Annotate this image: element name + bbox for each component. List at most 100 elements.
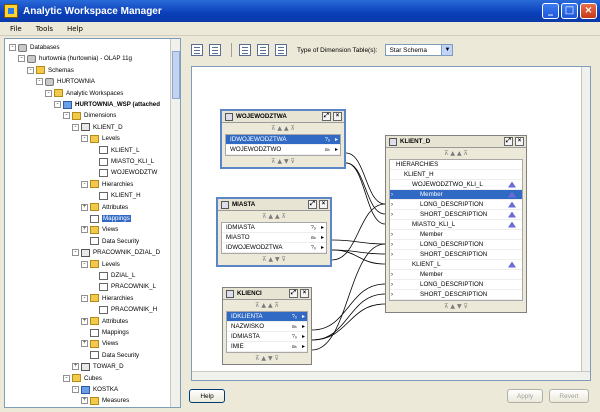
- tree-item[interactable]: - Cubes: [63, 373, 102, 384]
- resize-icon[interactable]: ⤢: [289, 289, 298, 298]
- table-box-wojewodztwa[interactable]: WOJEWODZTWA ⤢ × ⊼ ▲ ▲ ⊼ IDWOJEWODZTWA ?₉ ▸ WOJE…: [220, 109, 346, 169]
- show-source-icon[interactable]: [239, 44, 251, 56]
- column-row[interactable]: IDWOJEWODZTWA ?₉ ▸: [226, 135, 340, 145]
- close-button[interactable]: ×: [580, 3, 597, 19]
- resize-icon[interactable]: ⤢: [308, 200, 317, 209]
- tree-item[interactable]: - KOSTKA: [72, 384, 118, 395]
- scroll-nav-bottom[interactable]: ⊼ ▲ ▼ ⊽: [222, 156, 344, 167]
- tree-item[interactable]: Mappings: [81, 213, 131, 224]
- collapse-icon[interactable]: -: [81, 294, 88, 302]
- scroll-nav-bottom[interactable]: ⊼ ▲ ▼ ⊽: [218, 254, 330, 265]
- expand-icon[interactable]: +: [81, 226, 88, 234]
- grid-view-icon[interactable]: [209, 44, 221, 56]
- collapse-icon[interactable]: -: [72, 386, 79, 393]
- box-header[interactable]: MIASTA ⤢ ×: [218, 199, 330, 211]
- tree-item[interactable]: + Attributes: [81, 316, 128, 327]
- tree-scrollbar[interactable]: [170, 39, 180, 407]
- tree-item[interactable]: + Attributes: [81, 202, 128, 213]
- tree-item[interactable]: - Schemas: [27, 65, 74, 76]
- minimize-button[interactable]: _: [542, 3, 559, 19]
- tree-item[interactable]: - HURTOWNIA: [36, 76, 95, 87]
- column-row[interactable]: MIASTO aₕ ▸: [222, 233, 326, 243]
- map-source-icon[interactable]: ▸: [321, 224, 324, 231]
- column-row[interactable]: IMIE aₕ ▸: [227, 342, 307, 352]
- column-row[interactable]: IDMIASTA ?₉ ▸: [227, 332, 307, 342]
- map-source-icon[interactable]: ▸: [302, 323, 305, 330]
- map-target-icon[interactable]: ›: [391, 252, 393, 258]
- dimension-table-type-select[interactable]: Star Schema ▼: [385, 44, 454, 56]
- scroll-nav-top[interactable]: ⊼ ▲ ▲ ⊼: [218, 211, 330, 222]
- scroll-nav-bottom[interactable]: ⊼ ▲ ▼ ⊽: [223, 353, 311, 364]
- column-row[interactable]: › Member: [390, 230, 522, 240]
- tree-item[interactable]: - Hierarchies: [81, 293, 133, 304]
- collapse-icon[interactable]: -: [63, 112, 70, 120]
- maximize-button[interactable]: □: [561, 3, 578, 19]
- tree-item[interactable]: Data Security: [81, 236, 139, 247]
- map-target-icon[interactable]: ›: [391, 202, 393, 208]
- tree-item[interactable]: - Hierarchies: [81, 179, 133, 190]
- tree-item[interactable]: PRACOWNIK_H: [90, 304, 157, 315]
- close-icon[interactable]: ×: [319, 200, 328, 209]
- scroll-nav-top[interactable]: ⊼ ▲ ▲ ⊼: [386, 148, 526, 159]
- collapse-icon[interactable]: -: [9, 44, 16, 51]
- collapse-icon[interactable]: -: [72, 249, 79, 257]
- tree-item[interactable]: KLIENT_L: [90, 145, 140, 156]
- table-box-klient-d[interactable]: KLIENT_D ⤢ × ⊼ ▲ ▲ ⊼ HIERARCHIES KLIENT_H WOJE…: [385, 135, 527, 313]
- collapse-icon[interactable]: -: [45, 89, 52, 97]
- canvas-hscroll[interactable]: [192, 371, 590, 380]
- tree-item[interactable]: + Measures: [81, 395, 129, 406]
- map-source-icon[interactable]: ▸: [321, 244, 324, 251]
- menu-file[interactable]: File: [10, 25, 22, 33]
- resize-icon[interactable]: ⤢: [504, 137, 513, 146]
- table-box-miasta[interactable]: MIASTA ⤢ × ⊼ ▲ ▲ ⊼ IDMIASTA ?₉ ▸ MIASTO aₕ ▸ IDWOJ…: [216, 197, 332, 267]
- column-row[interactable]: › LONG_DESCRIPTION: [390, 200, 522, 210]
- column-row[interactable]: WOJEWODZTWO_KLI_L: [390, 180, 522, 190]
- tree-item[interactable]: Mappings: [81, 327, 129, 338]
- expand-icon[interactable]: +: [81, 317, 88, 325]
- navigator-tree[interactable]: - Databases - hurtownia (hurtownia) - OLAP …: [4, 38, 181, 408]
- scroll-nav-top[interactable]: ⊼ ▲ ▲ ⊼: [223, 300, 311, 311]
- column-row[interactable]: › SHORT_DESCRIPTION: [390, 290, 522, 300]
- box-header[interactable]: KLIENCI ⤢ ×: [223, 288, 311, 300]
- map-target-icon[interactable]: ›: [391, 212, 393, 218]
- box-header[interactable]: WOJEWODZTWA ⤢ ×: [222, 111, 344, 123]
- canvas-vscroll[interactable]: [581, 67, 590, 371]
- map-source-icon[interactable]: ▸: [335, 146, 338, 153]
- tree-item[interactable]: + Views: [81, 224, 118, 235]
- help-button[interactable]: Help: [189, 389, 225, 403]
- column-row[interactable]: HIERARCHIES: [390, 160, 522, 170]
- tree-item[interactable]: - hurtownia (hurtownia) - OLAP 11g: [18, 53, 132, 64]
- auto-layout-icon[interactable]: [257, 44, 269, 56]
- column-row[interactable]: IDMIASTA ?₉ ▸: [222, 223, 326, 233]
- column-row[interactable]: › SHORT_DESCRIPTION: [390, 250, 522, 260]
- map-target-icon[interactable]: ›: [391, 282, 393, 288]
- map-source-icon[interactable]: ▸: [302, 343, 305, 350]
- revert-button[interactable]: Revert: [549, 389, 589, 403]
- collapse-icon[interactable]: -: [81, 180, 88, 188]
- expand-icon[interactable]: +: [81, 340, 88, 348]
- resize-icon[interactable]: ⤢: [322, 112, 331, 121]
- map-target-icon[interactable]: ›: [391, 192, 393, 198]
- collapse-icon[interactable]: -: [27, 66, 34, 74]
- column-row[interactable]: MIASTO_KLI_L: [390, 220, 522, 230]
- menu-tools[interactable]: Tools: [36, 25, 53, 33]
- expand-icon[interactable]: +: [81, 397, 88, 405]
- collapse-icon[interactable]: -: [81, 260, 88, 268]
- map-target-icon[interactable]: ›: [391, 232, 393, 238]
- tree-item[interactable]: WOJEWODZTW: [90, 167, 157, 178]
- box-header[interactable]: KLIENT_D ⤢ ×: [386, 136, 526, 148]
- apply-button[interactable]: Apply: [507, 389, 543, 403]
- scroll-nav-bottom[interactable]: ⊼ ▲ ▼ ⊽: [386, 301, 526, 312]
- map-target-icon[interactable]: ›: [391, 242, 393, 248]
- tree-item[interactable]: MIASTO_KLI_L: [90, 156, 154, 167]
- tree-item[interactable]: - Levels: [81, 133, 120, 144]
- map-source-icon[interactable]: ▸: [335, 136, 338, 143]
- column-row[interactable]: › SHORT_DESCRIPTION: [390, 210, 522, 220]
- collapse-icon[interactable]: -: [81, 135, 88, 143]
- tree-item[interactable]: - Databases: [9, 42, 60, 53]
- tree-item[interactable]: - PRACOWNIK_DZIAL_D: [72, 247, 160, 258]
- chevron-down-icon[interactable]: ▼: [441, 45, 453, 55]
- map-source-icon[interactable]: ▸: [321, 234, 324, 241]
- tree-scroll-thumb[interactable]: [172, 51, 180, 99]
- column-row[interactable]: › LONG_DESCRIPTION: [390, 280, 522, 290]
